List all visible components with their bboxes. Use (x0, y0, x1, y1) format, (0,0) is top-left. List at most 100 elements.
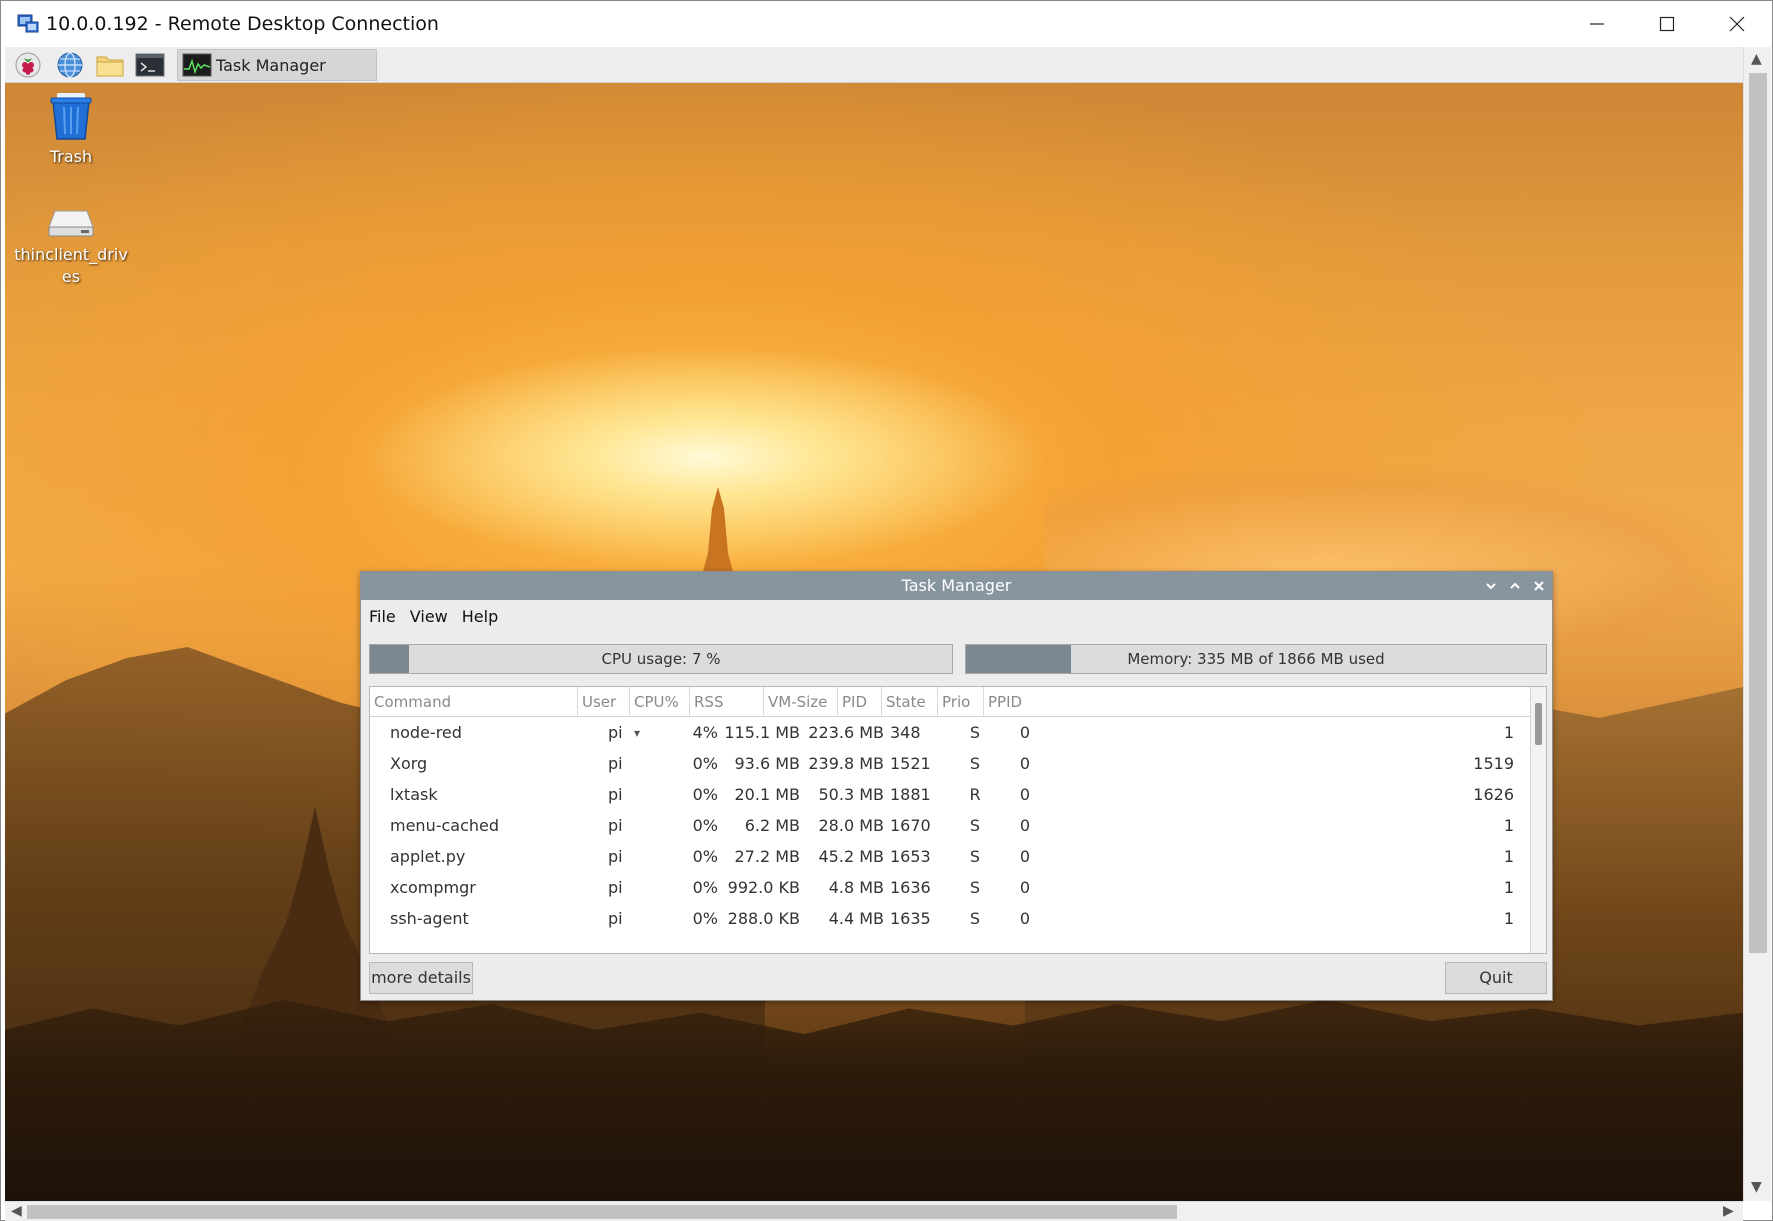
wallpaper-trees (5, 999, 1743, 1201)
cell-vm-size: 28.0 MB (818, 816, 885, 835)
cell-rss: 992.0 KB (727, 878, 800, 897)
cell-cpu: 4% (692, 723, 718, 742)
task-manager-menubar: File View Help (361, 600, 1552, 632)
process-table-scroll-thumb[interactable] (1535, 703, 1542, 745)
cell-pid: 1881 (890, 785, 931, 804)
cell-prio: 0 (1019, 847, 1031, 866)
web-browser-button[interactable] (55, 51, 85, 79)
table-row[interactable]: applet.py pi 0% 27.2 MB 45.2 MB 1653 S 0 1 (370, 841, 1530, 873)
cell-state: S (969, 847, 981, 866)
rdp-titlebar[interactable]: 10.0.0.192 - Remote Desktop Connection (1, 1, 1772, 47)
scroll-down-icon[interactable]: ▼ (1751, 1179, 1762, 1195)
rdp-vertical-scrollbar[interactable]: ▲ ▼ (1743, 47, 1771, 1201)
cell-pid: 1636 (890, 878, 931, 897)
cell-ppid: 1519 (1473, 754, 1514, 773)
column-header-rss[interactable]: RSS (690, 687, 764, 717)
minimize-icon (1590, 23, 1604, 25)
terminal-button[interactable] (135, 51, 165, 79)
rdp-horizontal-scroll-thumb[interactable] (27, 1205, 1177, 1219)
cell-command: ssh-agent (390, 909, 469, 928)
remote-desktop-viewport[interactable]: Task Manager Trash thinclient_drives Tas… (5, 47, 1743, 1201)
close-button[interactable] (1702, 1, 1772, 47)
cell-prio: 0 (1019, 909, 1031, 928)
menu-file[interactable]: File (369, 607, 396, 626)
cell-cpu: 0% (692, 909, 718, 928)
column-header-pid[interactable]: PID (838, 687, 882, 717)
process-table-scrollbar[interactable] (1530, 687, 1546, 953)
table-row[interactable]: lxtask pi 0% 20.1 MB 50.3 MB 1881 R 0 1626 (370, 779, 1530, 811)
tm-maximize-button[interactable] (1505, 576, 1525, 596)
cell-user: pi (608, 754, 623, 773)
cell-vm-size: 50.3 MB (818, 785, 885, 804)
cell-pid: 1670 (890, 816, 931, 835)
file-manager-button[interactable] (95, 51, 125, 79)
scroll-up-icon[interactable]: ▲ (1751, 51, 1762, 67)
remote-desktop-window: 10.0.0.192 - Remote Desktop Connection T… (0, 0, 1773, 1221)
process-table[interactable]: Command User CPU% ▾ RSS VM-Size PID Stat… (369, 686, 1547, 954)
desktop-icon-label: Trash (49, 147, 93, 166)
cell-command: xcompmgr (390, 878, 476, 897)
column-header-cpu-label: CPU% (634, 693, 679, 711)
cell-pid: 348 (890, 723, 921, 742)
cell-ppid: 1 (1503, 723, 1514, 742)
table-row[interactable]: ssh-agent pi 0% 288.0 KB 4.4 MB 1635 S 0 1 (370, 903, 1530, 935)
tm-minimize-button[interactable] (1481, 576, 1501, 596)
cell-pid: 1521 (890, 754, 931, 773)
minimize-button[interactable] (1562, 1, 1632, 47)
menu-view[interactable]: View (410, 607, 448, 626)
cell-user: pi (608, 816, 623, 835)
column-header-user[interactable]: User (578, 687, 630, 717)
cell-state: S (969, 723, 981, 742)
memory-usage-label: Memory: 335 MB of 1866 MB used (1127, 650, 1385, 668)
cell-ppid: 1 (1503, 878, 1514, 897)
cell-prio: 0 (1019, 785, 1031, 804)
chevron-up-icon (1510, 582, 1520, 589)
process-table-header: Command User CPU% ▾ RSS VM-Size PID Stat… (370, 687, 1530, 740)
tm-close-button[interactable] (1529, 576, 1549, 596)
memory-usage-meter: Memory: 335 MB of 1866 MB used (965, 644, 1547, 674)
maximize-icon (1659, 16, 1675, 32)
cell-rss: 27.2 MB (734, 847, 801, 866)
rdp-horizontal-scrollbar[interactable]: ◀ ▶ (5, 1201, 1743, 1221)
column-header-cpu[interactable]: CPU% ▾ (630, 687, 690, 740)
column-header-vm-size[interactable]: VM-Size (764, 687, 838, 717)
table-row[interactable]: menu-cached pi 0% 6.2 MB 28.0 MB 1670 S 0 1 (370, 810, 1530, 842)
scroll-right-icon[interactable]: ▶ (1723, 1203, 1734, 1219)
cell-vm-size: 239.8 MB (808, 754, 884, 773)
chevron-down-icon (1486, 583, 1496, 590)
cell-ppid: 1 (1503, 909, 1514, 928)
cell-prio: 0 (1019, 723, 1031, 742)
web-browser-icon (57, 52, 83, 78)
cell-command: Xorg (390, 754, 428, 773)
raspberry-menu-icon (15, 52, 41, 78)
cell-vm-size: 4.4 MB (828, 909, 884, 928)
cell-state: S (969, 909, 981, 928)
desktop-icon-trash[interactable]: Trash (11, 89, 131, 168)
maximize-button[interactable] (1632, 1, 1702, 47)
quit-button[interactable]: Quit (1445, 962, 1547, 994)
scroll-left-icon[interactable]: ◀ (11, 1203, 22, 1219)
desktop-icon-label: thinclient_drives (14, 245, 128, 286)
more-details-button[interactable]: more details (369, 962, 473, 994)
table-row[interactable]: Xorg pi 0% 93.6 MB 239.8 MB 1521 S 0 1519 (370, 748, 1530, 780)
task-manager-titlebar[interactable]: Task Manager (361, 572, 1552, 600)
system-monitor-icon (182, 53, 212, 77)
raspberry-menu-button[interactable] (13, 51, 43, 79)
menu-help[interactable]: Help (462, 607, 498, 626)
cell-state: S (969, 754, 981, 773)
desktop-icon-thinclient-drives[interactable]: thinclient_drives (11, 205, 131, 288)
table-row[interactable]: xcompmgr pi 0% 992.0 KB 4.8 MB 1636 S 0 1 (370, 872, 1530, 904)
column-header-command[interactable]: Command (370, 687, 578, 717)
cell-state: S (969, 816, 981, 835)
close-icon (1729, 16, 1745, 32)
column-header-ppid[interactable]: PPID (984, 687, 1530, 717)
cell-state: R (969, 785, 981, 804)
column-header-state[interactable]: State (882, 687, 938, 717)
taskbar-task-manager[interactable]: Task Manager (177, 49, 377, 81)
table-row[interactable]: node-red pi 4% 115.1 MB 223.6 MB 348 S 0 1 (370, 717, 1530, 749)
column-header-prio[interactable]: Prio (938, 687, 984, 717)
cell-cpu: 0% (692, 878, 718, 897)
cell-rss: 93.6 MB (734, 754, 801, 773)
cell-vm-size: 45.2 MB (818, 847, 885, 866)
rdp-vertical-scroll-thumb[interactable] (1749, 73, 1767, 953)
